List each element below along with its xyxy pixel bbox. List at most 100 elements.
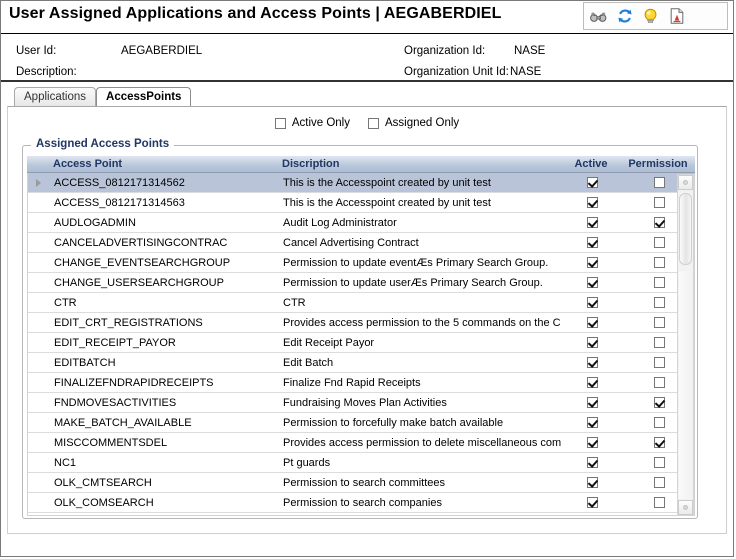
column-header-access-point[interactable]: Access Point <box>47 158 279 170</box>
permission-checkbox[interactable] <box>653 177 665 188</box>
active-checkbox[interactable] <box>586 217 598 228</box>
cell-description: Provides access permission to delete mis… <box>283 436 561 449</box>
table-row[interactable]: MISCCOMMENTSDEL Provides access permissio… <box>28 433 694 453</box>
active-checkbox[interactable] <box>586 277 598 288</box>
table-row[interactable]: EDITBATCH Edit Batch <box>28 353 694 373</box>
table-row[interactable]: CANCELADVERTISINGCONTRAC Cancel Advertisi… <box>28 233 694 253</box>
scroll-down-button[interactable] <box>678 500 693 515</box>
active-checkbox[interactable] <box>586 177 598 188</box>
permission-checkbox[interactable] <box>653 397 665 408</box>
filter-row: Active Only Assigned Only <box>8 117 726 129</box>
permission-checkbox[interactable] <box>653 337 665 348</box>
permission-checkbox[interactable] <box>653 217 665 228</box>
scrollbar-thumb[interactable] <box>679 193 692 265</box>
cell-active[interactable] <box>561 217 623 228</box>
cell-active[interactable] <box>561 477 623 488</box>
permission-checkbox[interactable] <box>653 237 665 248</box>
binoculars-icon[interactable] <box>590 8 607 25</box>
row-indicator[interactable] <box>28 178 48 187</box>
lightbulb-icon[interactable] <box>642 8 659 25</box>
table-row[interactable]: CHANGE_USERSEARCHGROUP Permission to upda… <box>28 273 694 293</box>
cell-active[interactable] <box>561 317 623 328</box>
active-only-checkbox-box[interactable] <box>274 117 286 129</box>
table-row[interactable]: FNDMOVESACTIVITIES Fundraising Moves Plan… <box>28 393 694 413</box>
table-row[interactable]: MAKE_BATCH_AVAILABLE Permission to forcef… <box>28 413 694 433</box>
column-header-permission[interactable]: Permission <box>622 158 694 170</box>
permission-checkbox[interactable] <box>653 497 665 508</box>
cell-active[interactable] <box>561 177 623 188</box>
active-checkbox[interactable] <box>586 337 598 348</box>
table-row[interactable]: ACCESS_0812171314562 This is the Accesspo… <box>28 173 694 193</box>
assigned-only-checkbox-box[interactable] <box>368 117 379 129</box>
report-icon[interactable] <box>668 8 685 25</box>
cell-active[interactable] <box>561 397 623 408</box>
cell-access-point: AUDLOGADMIN <box>54 216 136 229</box>
cell-active[interactable] <box>561 357 623 368</box>
cell-active[interactable] <box>561 237 623 248</box>
permission-checkbox[interactable] <box>653 297 665 308</box>
access-points-grid: Access Point Discription Active Permissi… <box>27 156 695 516</box>
active-only-checkbox[interactable]: Active Only <box>274 117 350 129</box>
cell-description: Fundraising Moves Plan Activities <box>283 396 447 409</box>
permission-checkbox[interactable] <box>653 357 665 368</box>
table-row[interactable]: OLK_COMSEARCH Permission to search compan… <box>28 493 694 513</box>
permission-checkbox[interactable] <box>653 197 665 208</box>
table-row[interactable]: AUDLOGADMIN Audit Log Administrator <box>28 213 694 233</box>
scroll-up-button[interactable] <box>678 175 693 190</box>
column-header-discription[interactable]: Discription <box>279 158 560 170</box>
active-checkbox[interactable] <box>586 357 598 368</box>
cell-active[interactable] <box>561 437 623 448</box>
cell-active[interactable] <box>561 297 623 308</box>
table-row[interactable]: CHANGE_EVENTSEARCHGROUP Permission to upd… <box>28 253 694 273</box>
active-checkbox[interactable] <box>586 257 598 268</box>
table-row[interactable]: ACCESS_0812171314563 This is the Accesspo… <box>28 193 694 213</box>
cell-active[interactable] <box>561 257 623 268</box>
cell-active[interactable] <box>561 497 623 508</box>
active-checkbox[interactable] <box>586 417 598 428</box>
active-checkbox[interactable] <box>586 477 598 488</box>
permission-checkbox[interactable] <box>653 377 665 388</box>
column-header-active[interactable]: Active <box>560 158 622 170</box>
permission-checkbox[interactable] <box>653 477 665 488</box>
cell-description: Permission to search committees <box>283 476 445 489</box>
grid-vertical-scrollbar[interactable] <box>677 174 694 516</box>
cell-access-point: OLK_CMTSEARCH <box>54 476 152 489</box>
cell-active[interactable] <box>561 417 623 428</box>
active-checkbox[interactable] <box>586 197 598 208</box>
active-checkbox[interactable] <box>586 397 598 408</box>
cell-active[interactable] <box>561 277 623 288</box>
permission-checkbox[interactable] <box>653 277 665 288</box>
tab-applications[interactable]: Applications <box>14 87 97 106</box>
active-checkbox[interactable] <box>586 497 598 508</box>
tab-bar: Applications AccessPoints <box>1 87 733 106</box>
active-checkbox[interactable] <box>586 377 598 388</box>
table-row[interactable]: NC1 Pt guards <box>28 453 694 473</box>
permission-checkbox[interactable] <box>653 437 665 448</box>
cell-active[interactable] <box>561 337 623 348</box>
table-row[interactable]: OLK_CMTSEARCH Permission to search commit… <box>28 473 694 493</box>
permission-checkbox[interactable] <box>653 257 665 268</box>
cell-active[interactable] <box>561 457 623 468</box>
active-checkbox[interactable] <box>586 457 598 468</box>
cell-description: Pt guards <box>283 456 331 469</box>
table-row[interactable]: EDIT_CRT_REGISTRATIONS Provides access pe… <box>28 313 694 333</box>
active-checkbox[interactable] <box>586 437 598 448</box>
tab-accesspoints[interactable]: AccessPoints <box>96 87 192 106</box>
description-label: Description: <box>16 66 77 78</box>
table-row[interactable]: FINALIZEFNDRAPIDRECEIPTS Finalize Fnd Rap… <box>28 373 694 393</box>
cell-active[interactable] <box>561 197 623 208</box>
table-row[interactable]: EDIT_RECEIPT_PAYOR Edit Receipt Payor <box>28 333 694 353</box>
refresh-icon[interactable] <box>616 8 633 25</box>
active-checkbox[interactable] <box>586 297 598 308</box>
permission-checkbox[interactable] <box>653 317 665 328</box>
assigned-only-checkbox[interactable]: Assigned Only <box>368 117 459 129</box>
active-checkbox[interactable] <box>586 237 598 248</box>
active-checkbox[interactable] <box>586 317 598 328</box>
cell-active[interactable] <box>561 377 623 388</box>
table-row[interactable]: CTR CTR <box>28 293 694 313</box>
permission-checkbox[interactable] <box>653 417 665 428</box>
scrollbar-track[interactable] <box>679 271 692 499</box>
cell-description: Edit Batch <box>283 356 334 369</box>
cell-access-point: EDIT_CRT_REGISTRATIONS <box>54 316 203 329</box>
permission-checkbox[interactable] <box>653 457 665 468</box>
